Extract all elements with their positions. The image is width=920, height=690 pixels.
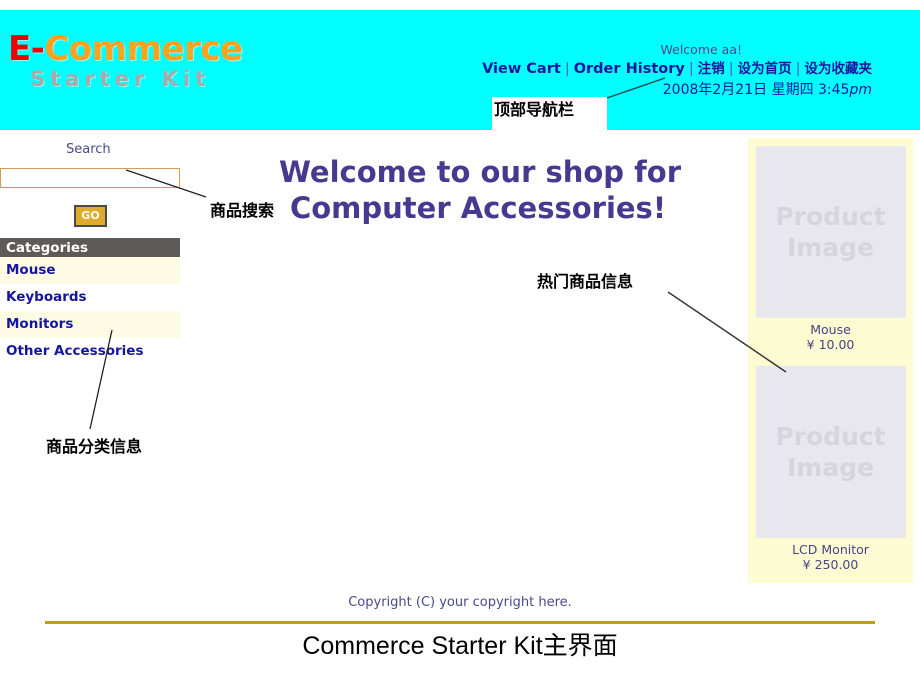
current-datetime: 2008年2月21日 星期四 3:45pm <box>482 82 872 99</box>
sidebar-item-mouse[interactable]: Mouse <box>0 257 180 284</box>
search-input[interactable] <box>0 168 180 188</box>
sidebar-item-monitors[interactable]: Monitors <box>0 311 180 338</box>
product-placeholder-line1: Product <box>775 201 886 231</box>
nav-link-view-cart[interactable]: View Cart <box>482 61 561 77</box>
slide-canvas: E-Commerce Starter Kit Welcome aa! View … <box>0 0 920 690</box>
page-title: Welcome to our shop for Computer Accesso… <box>250 155 710 226</box>
nav-separator-1: | <box>564 60 570 77</box>
product-placeholder-line1: Product <box>775 421 886 451</box>
product-card-mouse[interactable]: Product Image Mouse ¥ 10.00 <box>748 146 913 358</box>
copyright-text: Copyright (C) your copyright here. <box>348 595 572 610</box>
nav-separator-3: | <box>728 60 734 77</box>
product-price: ¥ 10.00 <box>806 337 855 352</box>
nav-link-set-homepage[interactable]: 设为首页 <box>738 61 792 77</box>
product-name: Mouse <box>810 322 851 337</box>
annotation-product-categories: 商品分类信息 <box>46 437 143 456</box>
logo-prefix: E- <box>8 29 45 69</box>
product-name: LCD Monitor <box>792 542 869 557</box>
featured-products-panel: Product Image Mouse ¥ 10.00 Product Imag… <box>748 138 913 583</box>
top-navigation: Welcome aa! View Cart | Order History | 注销 | 设… <box>482 42 872 99</box>
annotation-hot-products: 热门商品信息 <box>537 272 634 291</box>
welcome-message: Welcome aa! <box>660 42 742 57</box>
welcome-heading-line2: Computer Accessories! <box>289 190 667 225</box>
product-price: ¥ 250.00 <box>802 557 859 572</box>
search-label: Search <box>66 142 111 157</box>
welcome-heading-line1: Welcome to our shop for <box>278 155 682 189</box>
annotation-product-search: 商品搜索 <box>210 201 275 220</box>
nav-separator-4: | <box>795 60 801 77</box>
nav-link-add-favorite[interactable]: 设为收藏夹 <box>805 61 873 77</box>
nav-links: View Cart | Order History | 注销 | 设为首页 | 设为收藏夹 <box>482 61 872 78</box>
nav-link-logout[interactable]: 注销 <box>698 61 725 77</box>
datetime-date: 2008年2月21日 星期四 3:45 <box>662 81 850 98</box>
divider-rule <box>45 621 875 624</box>
product-image-placeholder: Product Image <box>755 146 906 318</box>
logo-subtitle: Starter Kit <box>30 67 211 91</box>
datetime-ampm: pm <box>849 81 872 98</box>
product-placeholder-line2: Image <box>786 453 875 482</box>
nav-link-order-history[interactable]: Order History <box>574 61 685 77</box>
site-logo[interactable]: E-Commerce Starter Kit <box>8 32 243 90</box>
product-placeholder-line2: Image <box>786 233 875 262</box>
nav-separator-2: | <box>688 60 694 77</box>
categories-header: Categories <box>0 238 180 257</box>
annotation-top-nav: 顶部导航栏 <box>492 97 607 130</box>
slide-caption: Commerce Starter Kit主界面 <box>302 632 618 660</box>
logo-main: Commerce <box>44 29 243 69</box>
sidebar-item-other-accessories[interactable]: Other Accessories <box>0 338 180 365</box>
search-go-button[interactable]: GO <box>74 205 107 227</box>
sidebar-item-keyboards[interactable]: Keyboards <box>0 284 180 311</box>
categories-panel: Categories Mouse Keyboards Monitors Othe… <box>0 238 180 365</box>
product-card-lcd-monitor[interactable]: Product Image LCD Monitor ¥ 250.00 <box>748 366 913 578</box>
product-image-placeholder: Product Image <box>755 366 906 538</box>
logo-title: E-Commerce <box>8 32 243 66</box>
site-header: E-Commerce Starter Kit Welcome aa! View … <box>0 10 920 130</box>
